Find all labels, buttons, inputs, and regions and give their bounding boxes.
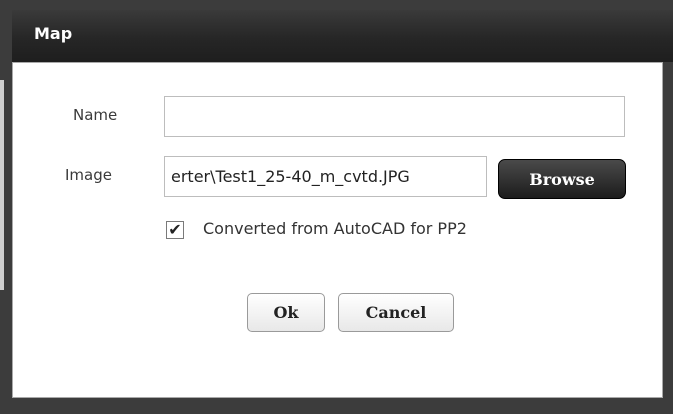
check-icon: ✔ xyxy=(168,220,182,239)
dialog-body: Name Image erter\Test1_25-40_m_cvtd.JPG … xyxy=(12,62,663,398)
dialog-titlebar[interactable]: Map xyxy=(12,10,673,62)
autocad-checkbox[interactable]: ✔ xyxy=(166,221,184,239)
ok-button[interactable]: Ok xyxy=(247,293,325,332)
dialog-title: Map xyxy=(34,24,73,43)
browse-button[interactable]: Browse xyxy=(498,159,626,199)
ok-button-label: Ok xyxy=(273,303,299,322)
image-label: Image xyxy=(65,166,112,184)
dialog-left-edge xyxy=(0,80,4,290)
name-input[interactable] xyxy=(164,96,625,137)
browse-button-label: Browse xyxy=(529,169,595,189)
map-dialog: Map Name Image erter\Test1_25-40_m_cvtd.… xyxy=(0,0,673,414)
cancel-button-label: Cancel xyxy=(365,303,427,322)
autocad-checkbox-label: Converted from AutoCAD for PP2 xyxy=(203,219,467,238)
name-label: Name xyxy=(73,106,118,124)
cancel-button[interactable]: Cancel xyxy=(338,293,454,332)
image-path-input[interactable]: erter\Test1_25-40_m_cvtd.JPG xyxy=(164,156,487,197)
